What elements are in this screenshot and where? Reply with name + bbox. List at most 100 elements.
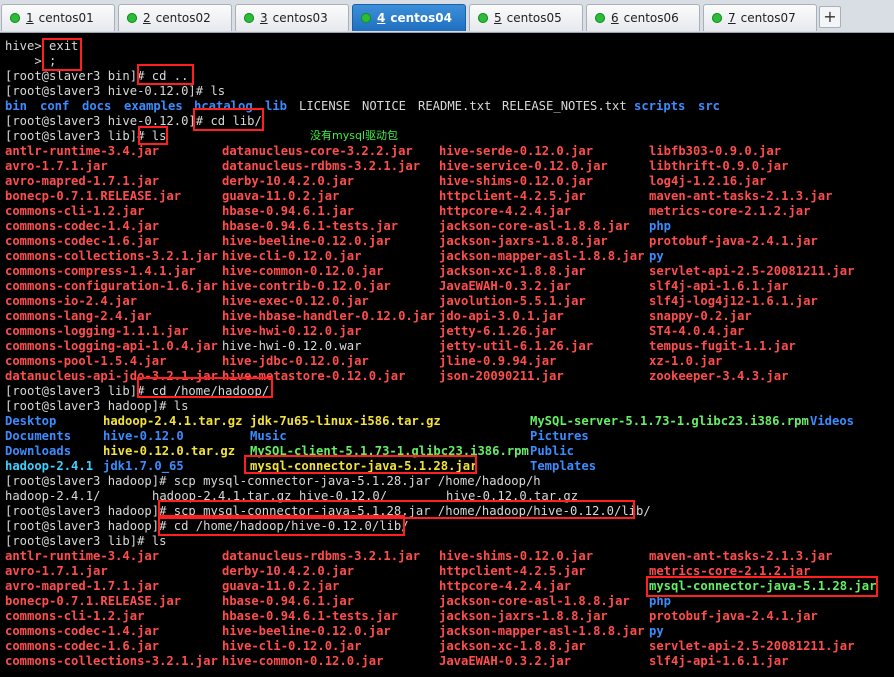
terminal-text: jetty-6.1.26.jar <box>439 324 557 338</box>
terminal-text: commons-collections-3.2.1.jar <box>5 654 218 668</box>
session-status-icon <box>10 13 20 23</box>
terminal-text: hive-shims-0.12.0.jar <box>439 549 594 563</box>
terminal-text: jackson-mapper-asl-1.8.8.jar <box>439 624 645 638</box>
terminal-text: commons-io-2.4.jar <box>5 294 138 308</box>
terminal-text: hive-common-0.12.0.jar <box>222 264 384 278</box>
tab-centos07[interactable]: 7 centos07 <box>703 4 817 31</box>
terminal-text: jackson-xc-1.8.8.jar <box>439 264 586 278</box>
terminal-text: datanucleus-core-3.2.2.jar <box>222 144 413 158</box>
terminal-text: > ; <box>5 54 57 68</box>
terminal-text: protobuf-java-2.4.1.jar <box>649 234 818 248</box>
terminal-text: hadoop-2.4.1.tar.gz <box>152 489 292 503</box>
tab-number: 7 <box>728 11 736 25</box>
terminal-text: maven-ant-tasks-2.1.3.jar <box>649 189 833 203</box>
terminal-text: libfb303-0.9.0.jar <box>649 144 782 158</box>
terminal-text: hive-0.12.0.tar.gz <box>446 489 579 503</box>
terminal-text: slf4j-api-1.6.1.jar <box>649 279 789 293</box>
terminal-text: [root@slaver3 hadoop]# cd /home/hadoop/h… <box>5 519 409 533</box>
terminal-text: [root@slaver3 lib]# ls <box>5 534 167 548</box>
terminal-text: commons-codec-1.6.jar <box>5 234 160 248</box>
terminal-text: php <box>649 594 672 608</box>
terminal-text: datanucleus-rdbms-3.2.1.jar <box>222 549 421 563</box>
terminal-text: mysql-connector-java-5.1.28.jar <box>649 579 877 593</box>
terminal-text: commons-cli-1.2.jar <box>5 204 145 218</box>
terminal-text: bin <box>5 99 28 113</box>
terminal-text: hive> exit <box>5 39 79 53</box>
terminal-text: commons-configuration-1.6.jar <box>5 279 218 293</box>
tab-centos03[interactable]: 3 centos03 <box>235 4 349 31</box>
terminal-text: Templates <box>530 459 597 473</box>
terminal-text: zookeeper-3.4.3.jar <box>649 369 789 383</box>
terminal-text: commons-collections-3.2.1.jar <box>5 249 218 263</box>
terminal-text: hive-metastore-0.12.0.jar <box>222 369 406 383</box>
tab-label: centos04 <box>390 11 452 25</box>
terminal-text: jdo-api-3.0.1.jar <box>439 309 564 323</box>
tab-centos04[interactable]: 4 centos04 <box>352 4 466 31</box>
terminal-text: avro-1.7.1.jar <box>5 159 108 173</box>
terminal-text: hbase-0.94.6.1-tests.jar <box>222 219 399 233</box>
terminal-text: [root@slaver3 lib]# ls <box>5 129 167 143</box>
tab-label: centos06 <box>623 11 679 25</box>
terminal-text: commons-pool-1.5.4.jar <box>5 354 167 368</box>
terminal-text: hive-contrib-0.12.0.jar <box>222 279 391 293</box>
tab-centos06[interactable]: 6 centos06 <box>586 4 700 31</box>
terminal-text: hive-beeline-0.12.0.jar <box>222 234 391 248</box>
terminal-text: datanucleus-api-jdo-3.2.1.jar <box>5 369 218 383</box>
terminal-text: httpcore-4.2.4.jar <box>439 579 572 593</box>
terminal-text: [root@slaver3 hive-0.12.0]# ls <box>5 84 226 98</box>
tab-label: centos05 <box>506 11 562 25</box>
terminal-text: avro-1.7.1.jar <box>5 564 108 578</box>
terminal-text: hive-shims-0.12.0.jar <box>439 174 594 188</box>
terminal-text: Videos <box>810 414 855 428</box>
tab-centos02[interactable]: 2 centos02 <box>118 4 232 31</box>
terminal-text: hbase-0.94.6.1.jar <box>222 594 355 608</box>
terminal-text: slf4j-log4j12-1.6.1.jar <box>649 294 818 308</box>
terminal-text: MySQL-server-5.1.73-1.glibc23.i386.rpm <box>530 414 809 428</box>
tab-label: centos02 <box>155 11 211 25</box>
terminal-text: commons-compress-1.4.1.jar <box>5 264 196 278</box>
terminal-text: hadoop-2.4.1.tar.gz <box>103 414 243 428</box>
terminal-text: derby-10.4.2.0.jar <box>222 174 355 188</box>
terminal-text: metrics-core-2.1.2.jar <box>649 564 811 578</box>
tab-centos05[interactable]: 5 centos05 <box>469 4 583 31</box>
terminal-text: [root@slaver3 hive-0.12.0]# cd lib/ <box>5 114 262 128</box>
terminal-text: jdk1.7.0_65 <box>103 459 184 473</box>
terminal-text: tempus-fugit-1.1.jar <box>649 339 796 353</box>
terminal-text: commons-codec-1.6.jar <box>5 639 160 653</box>
tab-bar: 1 centos01 2 centos02 3 centos03 4 centos04 … <box>0 0 894 33</box>
terminal-text: datanucleus-rdbms-3.2.1.jar <box>222 159 421 173</box>
terminal-text: php <box>649 219 672 233</box>
terminal-text: commons-codec-1.4.jar <box>5 219 160 233</box>
tab-number: 4 <box>377 11 386 25</box>
terminal-text: commons-codec-1.4.jar <box>5 624 160 638</box>
terminal-text: hive-hbase-handler-0.12.0.jar <box>222 309 435 323</box>
terminal-text: hive-hwi-0.12.0.war <box>222 339 362 353</box>
terminal-text: xz-1.0.jar <box>649 354 723 368</box>
terminal-text: [root@slaver3 bin]# cd .. <box>5 69 189 83</box>
terminal-text: Pictures <box>530 429 589 443</box>
tab-centos01[interactable]: 1 centos01 <box>1 4 115 31</box>
add-tab-button[interactable]: + <box>819 6 841 28</box>
terminal-output[interactable]: hive> exit > ; [root@slaver3 bin]# cd ..[… <box>0 33 894 677</box>
tab-number: 5 <box>494 11 502 25</box>
terminal-text: lib <box>265 99 288 113</box>
terminal-text: MySQL-client-5.1.73-1.glibc23.i386.rpm <box>250 444 529 458</box>
terminal-text: hive-0.12.0 <box>103 429 184 443</box>
terminal-text: httpcore-4.2.4.jar <box>439 204 572 218</box>
terminal-text: javolution-5.5.1.jar <box>439 294 586 308</box>
terminal-text: metrics-core-2.1.2.jar <box>649 204 811 218</box>
terminal-text: hadoop-2.4.1 <box>5 459 94 473</box>
terminal-text: py <box>649 624 664 638</box>
terminal-text: mysql-connector-java-5.1.28.jar <box>250 459 478 473</box>
tab-label: centos07 <box>740 11 796 25</box>
terminal-text: jackson-xc-1.8.8.jar <box>439 639 586 653</box>
terminal-text: Downloads <box>5 444 72 458</box>
terminal-text: bonecp-0.7.1.RELEASE.jar <box>5 189 182 203</box>
terminal-text: hive-hwi-0.12.0.jar <box>222 324 362 338</box>
terminal-text: [root@slaver3 hadoop]# scp mysql-connect… <box>5 474 541 488</box>
session-status-icon <box>127 13 137 23</box>
terminal-text: [root@slaver3 hadoop]# scp mysql-connect… <box>5 504 651 518</box>
terminal-text: JavaEWAH-0.3.2.jar <box>439 279 572 293</box>
terminal-text: log4j-1.2.16.jar <box>649 174 767 188</box>
tab-label: centos01 <box>38 11 94 25</box>
